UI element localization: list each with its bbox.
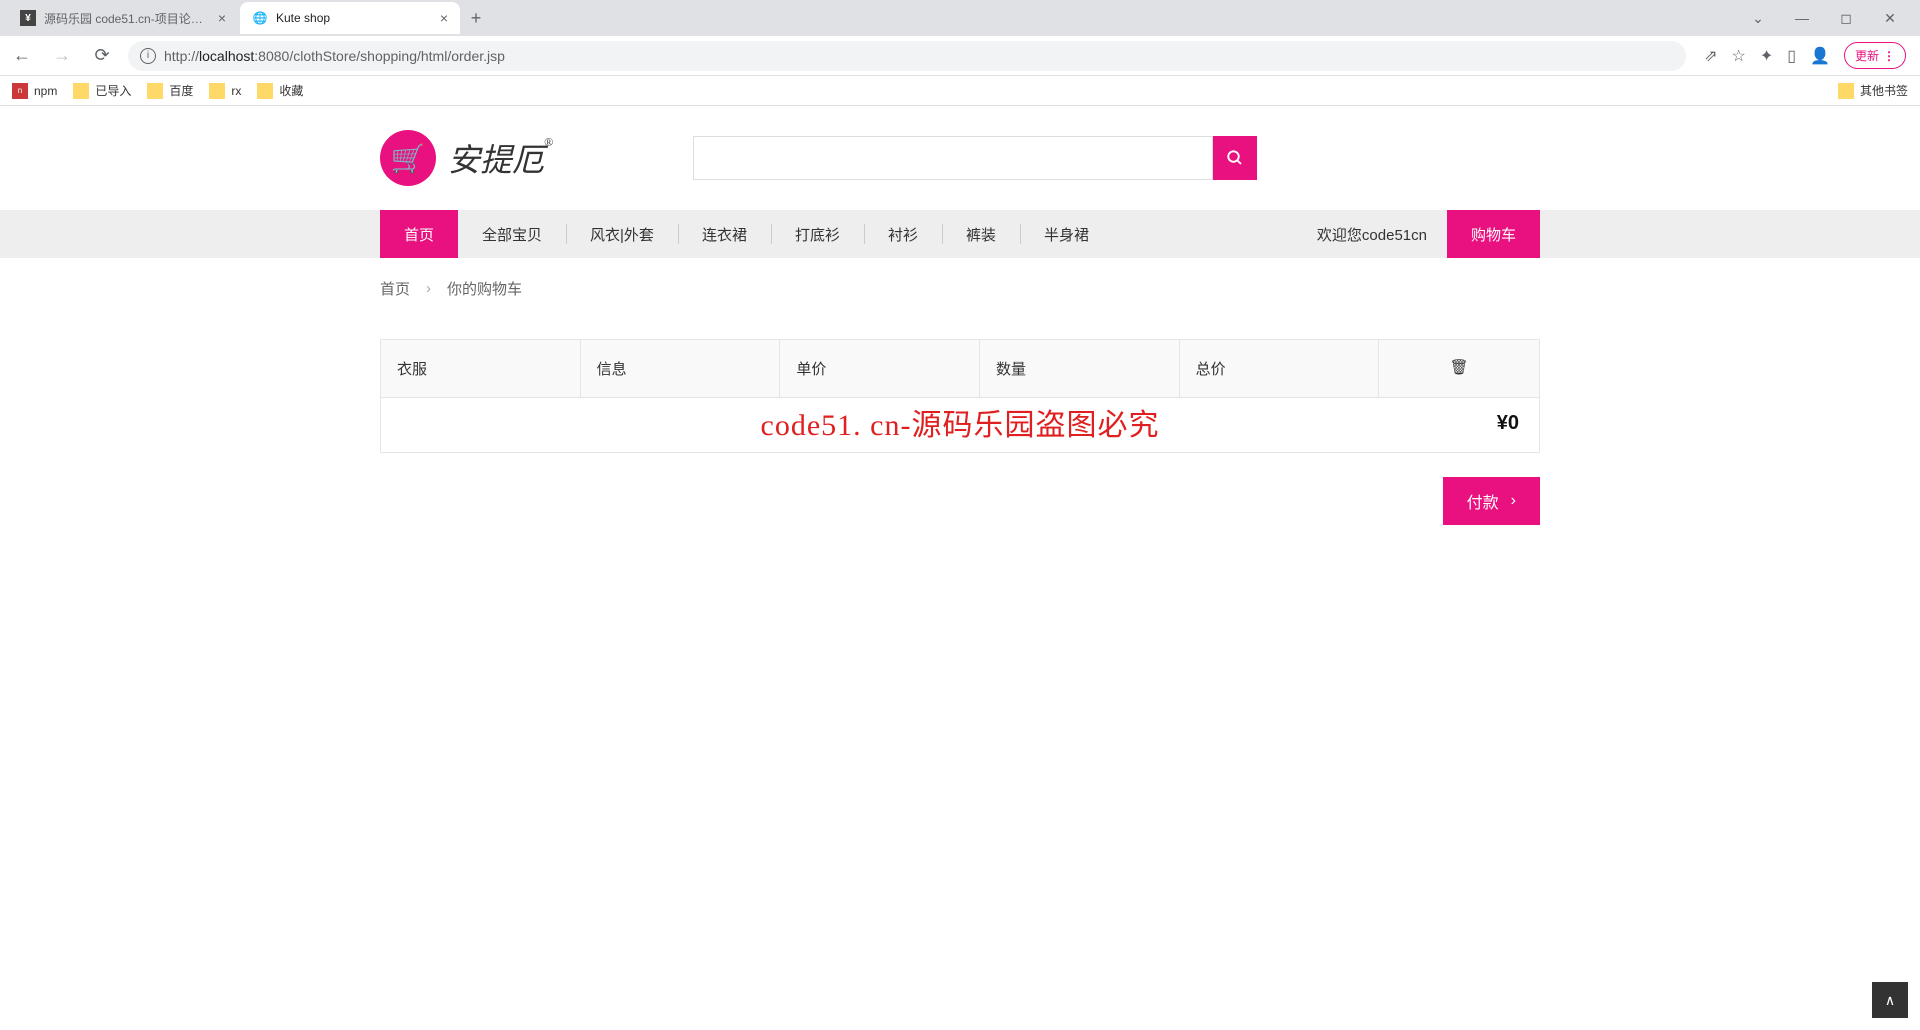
- folder-icon: [209, 83, 225, 99]
- profile-icon[interactable]: 👤: [1810, 46, 1830, 66]
- bookmark-favorites[interactable]: 收藏: [257, 82, 303, 99]
- globe-icon: 🌐: [252, 10, 268, 26]
- close-icon[interactable]: ×: [218, 10, 226, 26]
- breadcrumb-home[interactable]: 首页: [380, 278, 410, 299]
- nav-shirt[interactable]: 衬衫: [864, 210, 942, 258]
- chevron-down-icon[interactable]: ⌄: [1744, 4, 1772, 32]
- browser-chrome: ¥ 源码乐园 code51.cn-项目论文代 × 🌐 Kute shop × +…: [0, 0, 1920, 106]
- nav-base[interactable]: 打底衫: [771, 210, 864, 258]
- url-input[interactable]: i http://localhost:8080/clothStore/shopp…: [128, 41, 1686, 71]
- favicon-y-icon: ¥: [20, 10, 36, 26]
- tab-bar: ¥ 源码乐园 code51.cn-项目论文代 × 🌐 Kute shop × +…: [0, 0, 1920, 36]
- page-content: 🛒 安提厄® 首页 全部宝贝 风衣|外套 连衣裙 打底衫 衬衫 裤装 半身裙 欢…: [0, 106, 1920, 525]
- site-header: 🛒 安提厄®: [380, 106, 1540, 210]
- nav-dress[interactable]: 连衣裙: [678, 210, 771, 258]
- back-button[interactable]: ←: [8, 42, 36, 70]
- col-delete: 🗑: [1379, 340, 1539, 397]
- folder-icon: [73, 83, 89, 99]
- star-icon[interactable]: ☆: [1732, 46, 1746, 66]
- table-header: 衣服 信息 单价 数量 总价 🗑: [380, 339, 1540, 398]
- nav-coat[interactable]: 风衣|外套: [566, 210, 678, 258]
- tab-title: Kute shop: [276, 11, 432, 25]
- window-controls: ⌄ — ◻ ✕: [1744, 4, 1912, 32]
- address-bar: ← → ⟳ i http://localhost:8080/clothStore…: [0, 36, 1920, 76]
- info-icon[interactable]: i: [140, 48, 156, 64]
- update-button[interactable]: 更新 ⋮: [1844, 42, 1906, 69]
- col-price: 单价: [780, 340, 980, 397]
- bookmark-imported[interactable]: 已导入: [73, 82, 131, 99]
- nav-cart[interactable]: 购物车: [1447, 210, 1540, 258]
- breadcrumb-current: 你的购物车: [447, 278, 522, 299]
- site-logo[interactable]: 🛒 安提厄®: [380, 130, 553, 186]
- bookmark-npm[interactable]: nnpm: [12, 83, 57, 99]
- col-info: 信息: [581, 340, 781, 397]
- pay-label: 付款: [1467, 489, 1499, 513]
- chevron-right-icon: ›: [426, 280, 431, 297]
- address-actions: ⇗ ☆ ✦ ▯ 👤 更新 ⋮: [1698, 42, 1912, 69]
- npm-icon: n: [12, 83, 28, 99]
- close-icon[interactable]: ×: [440, 10, 448, 26]
- search-input[interactable]: [693, 136, 1213, 180]
- folder-icon: [1838, 83, 1854, 99]
- update-label: 更新: [1855, 47, 1879, 64]
- tab-active[interactable]: 🌐 Kute shop ×: [240, 2, 460, 34]
- reload-button[interactable]: ⟳: [88, 42, 116, 70]
- close-window-icon[interactable]: ✕: [1876, 4, 1904, 32]
- tab-title: 源码乐园 code51.cn-项目论文代: [44, 10, 210, 27]
- search-box: [693, 136, 1257, 180]
- pay-row: 付款 ›: [380, 477, 1540, 525]
- share-icon[interactable]: ⇗: [1704, 46, 1717, 66]
- search-icon: [1226, 149, 1244, 167]
- bookmark-bar: nnpm 已导入 百度 rx 收藏 其他书签: [0, 76, 1920, 106]
- folder-icon: [147, 83, 163, 99]
- forward-button[interactable]: →: [48, 42, 76, 70]
- more-icon: ⋮: [1883, 49, 1895, 63]
- nav-welcome: 欢迎您code51cn: [1297, 210, 1447, 258]
- pay-button[interactable]: 付款 ›: [1443, 477, 1540, 525]
- cart-icon: 🛒: [380, 130, 436, 186]
- bookmark-other[interactable]: 其他书签: [1838, 82, 1908, 99]
- logo-text: 安提厄®: [448, 135, 553, 181]
- nav-home[interactable]: 首页: [380, 210, 458, 258]
- main-nav: 首页 全部宝贝 风衣|外套 连衣裙 打底衫 衬衫 裤装 半身裙 欢迎您code5…: [0, 210, 1920, 258]
- breadcrumb: 首页 › 你的购物车: [380, 258, 1540, 319]
- url-text: http://localhost:8080/clothStore/shoppin…: [164, 48, 505, 64]
- scroll-top-button[interactable]: ∧: [1872, 982, 1908, 1018]
- trash-icon: 🗑: [1450, 359, 1469, 376]
- panel-icon[interactable]: ▯: [1787, 46, 1796, 66]
- new-tab-button[interactable]: +: [462, 4, 490, 32]
- col-qty: 数量: [980, 340, 1180, 397]
- maximize-icon[interactable]: ◻: [1832, 4, 1860, 32]
- tab-inactive[interactable]: ¥ 源码乐园 code51.cn-项目论文代 ×: [8, 2, 238, 34]
- bookmark-baidu[interactable]: 百度: [147, 82, 193, 99]
- cart-summary: 总计 ¥0: [380, 398, 1540, 453]
- minimize-icon[interactable]: —: [1788, 4, 1816, 32]
- chevron-up-icon: ∧: [1885, 992, 1895, 1009]
- nav-skirt[interactable]: 半身裙: [1020, 210, 1113, 258]
- extensions-icon[interactable]: ✦: [1760, 46, 1773, 66]
- nav-pants[interactable]: 裤装: [942, 210, 1020, 258]
- search-button[interactable]: [1213, 136, 1257, 180]
- nav-all[interactable]: 全部宝贝: [458, 210, 566, 258]
- folder-icon: [257, 83, 273, 99]
- cart-table: 衣服 信息 单价 数量 总价 🗑: [380, 339, 1540, 398]
- chevron-right-icon: ›: [1511, 492, 1516, 510]
- summary-value: ¥0: [1497, 412, 1519, 438]
- col-total: 总价: [1180, 340, 1380, 397]
- bookmark-rx[interactable]: rx: [209, 83, 241, 99]
- col-product: 衣服: [381, 340, 581, 397]
